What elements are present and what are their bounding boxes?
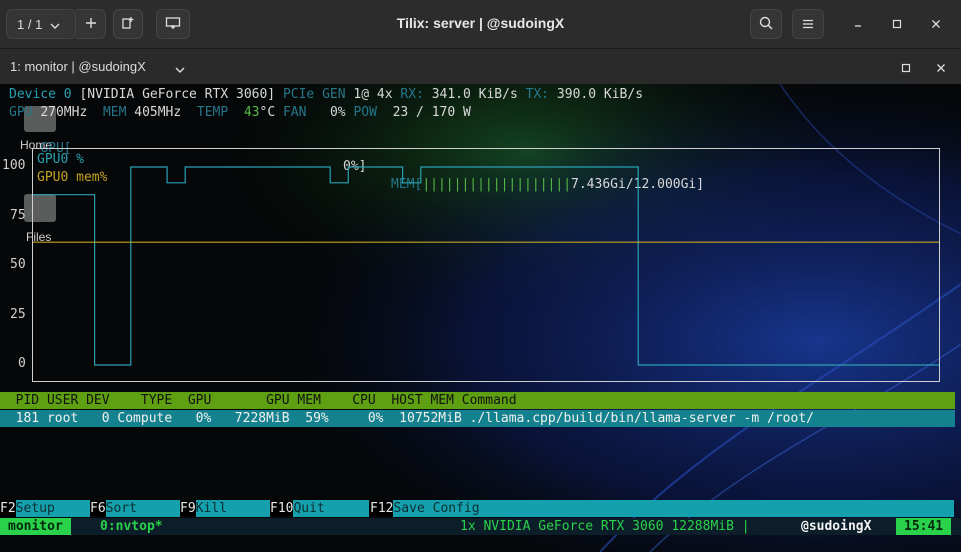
close-icon	[931, 17, 941, 32]
fkey-code: F6	[90, 501, 106, 516]
fkey-code: F12	[370, 501, 394, 516]
power-value: 23 / 170 W	[392, 105, 471, 120]
rx-label: RX:	[400, 87, 424, 102]
fkey-label: Setup	[15, 500, 90, 517]
tmux-clock: 15:41	[896, 518, 952, 535]
legend-entry-1: GPU0 mem%	[37, 170, 108, 185]
tmux-status-bar: monitor 0:nvtop* 1x NVIDIA GeForce RTX 3…	[0, 518, 961, 535]
temp-value: 43	[243, 105, 260, 120]
y-tick-label: 75	[10, 207, 26, 223]
tx-value: 390.0 KiB/s	[556, 87, 644, 102]
maximize-terminal-icon[interactable]	[901, 61, 911, 76]
y-tick-label: 100	[2, 158, 26, 173]
y-tick-label: 0	[18, 356, 26, 371]
process-table-header: PID USER DEV TYPE GPU GPU MEM CPU HOST M…	[0, 392, 955, 409]
pcie-value: 1@ 4x	[353, 87, 393, 102]
gpu-clock-value: 270MHz	[40, 105, 88, 120]
gpu-clock-label: GPU	[9, 105, 33, 120]
fan-value: 0%	[329, 105, 346, 120]
close-terminal-icon[interactable]	[936, 61, 946, 76]
fan-label: FAN	[282, 105, 307, 120]
power-label: POW	[353, 105, 377, 120]
fkey-setup[interactable]: F2Setup	[0, 500, 90, 517]
gpu-name: [NVIDIA GeForce RTX 3060]	[79, 87, 276, 102]
search-icon	[759, 16, 773, 33]
temp-unit: °C	[259, 105, 276, 120]
fkey-code: F10	[270, 501, 294, 516]
minimize-button[interactable]	[848, 14, 868, 34]
tmux-window[interactable]: 0:nvtop*	[100, 518, 163, 535]
chevron-down-icon[interactable]	[175, 61, 185, 76]
mem-clock-value: 405MHz	[134, 105, 182, 120]
terminal-titlebar: 1: monitor | @sudoingX	[0, 48, 961, 85]
terminal-view[interactable]: Home Files Device 0 [NVIDIA GeForce RTX …	[0, 84, 961, 552]
fkey-save-config[interactable]: F12Save Config	[370, 500, 955, 517]
fkey-label: Sort	[105, 500, 180, 517]
y-tick-label: 25	[10, 306, 26, 322]
fkey-label: Save Config	[393, 500, 955, 517]
tmux-session: monitor	[0, 518, 71, 535]
chart-plot-area	[33, 166, 939, 366]
maximize-button[interactable]	[887, 14, 907, 34]
device-info-line: Device 0 [NVIDIA GeForce RTX 3060] PCIe …	[9, 86, 643, 104]
fkey-kill[interactable]: F9Kill	[180, 500, 270, 517]
menu-button[interactable]	[792, 9, 824, 39]
tmux-user: @sudoingX	[801, 519, 872, 534]
legend-entry-0: GPU0 %	[37, 152, 84, 167]
hamburger-icon	[802, 17, 814, 32]
series-line-0	[33, 166, 939, 366]
mem-clock-label: MEM	[102, 105, 127, 120]
fkey-sort[interactable]: F6Sort	[90, 500, 180, 517]
window-titlebar: 1 / 1 Tilix: server | @sudoingX	[0, 0, 961, 48]
maximize-icon	[892, 17, 902, 32]
gpu-history-chart: GPU0 % GPU0 mem%	[32, 148, 940, 382]
tmux-right-info: 1x NVIDIA GeForce RTX 3060 12288MiB |	[460, 519, 750, 534]
utilization-line: GPU[ 0%] MEM[|||||||||||||||||||7.436Gi/…	[9, 122, 959, 192]
search-button[interactable]	[750, 9, 782, 39]
fkey-code: F2	[0, 501, 16, 516]
temp-label: TEMP	[196, 105, 229, 120]
device-label: Device 0	[9, 87, 72, 102]
fkey-label: Quit	[293, 500, 370, 517]
pcie-label: PCIe GEN	[282, 87, 346, 102]
y-tick-label: 50	[10, 257, 26, 272]
minimize-icon	[853, 17, 863, 32]
clock-info-line: GPU 270MHz MEM 405MHz TEMP 43°C FAN 0% P…	[9, 104, 471, 122]
fkey-quit[interactable]: F10Quit	[270, 500, 370, 517]
function-key-bar: F2Setup F6Sort F9Kill F10Quit F12Save Config	[0, 500, 955, 517]
rx-value: 341.0 KiB/s	[431, 87, 518, 102]
close-button[interactable]	[926, 14, 946, 34]
terminal-title[interactable]: 1: monitor | @sudoingX	[10, 59, 146, 74]
tx-label: TX:	[525, 87, 550, 102]
fkey-code: F9	[180, 501, 196, 516]
fkey-label: Kill	[195, 500, 270, 517]
table-row[interactable]: 181 root 0 Compute 0% 7228MiB 59% 0% 107…	[0, 410, 955, 427]
